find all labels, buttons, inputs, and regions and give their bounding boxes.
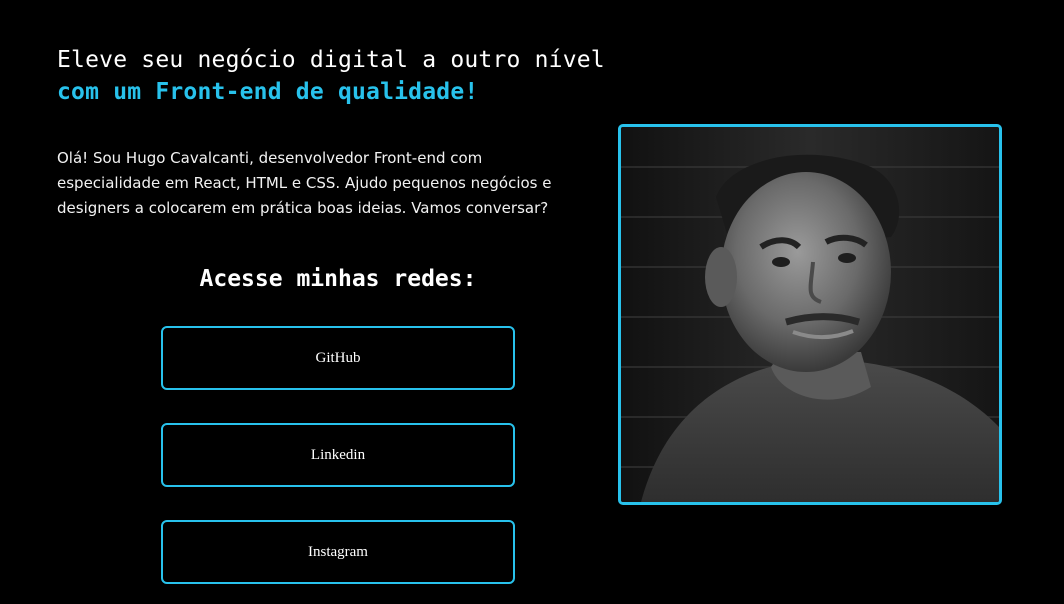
headline-line-2-highlight: com um Front-end de qualidade!	[57, 79, 479, 105]
socials-title: Acesse minhas redes:	[199, 266, 477, 292]
intro-line-2: especialidade em React, HTML e CSS. Ajud…	[57, 174, 552, 192]
linkedin-button[interactable]: Linkedin	[161, 423, 515, 487]
profile-photo	[621, 127, 999, 502]
intro-paragraph: Olá! Sou Hugo Cavalcanti, desenvolvedor …	[57, 146, 602, 221]
instagram-button[interactable]: Instagram	[161, 520, 515, 584]
intro-line-3: designers a colocarem em prática boas id…	[57, 199, 549, 217]
profile-photo-frame	[618, 124, 1002, 505]
intro-line-1: Olá! Sou Hugo Cavalcanti, desenvolvedor …	[57, 149, 483, 167]
hero-headline: Eleve seu negócio digital a outro nível …	[57, 44, 605, 108]
github-button[interactable]: GitHub	[161, 326, 515, 390]
headline-line-1: Eleve seu negócio digital a outro nível	[57, 47, 605, 73]
